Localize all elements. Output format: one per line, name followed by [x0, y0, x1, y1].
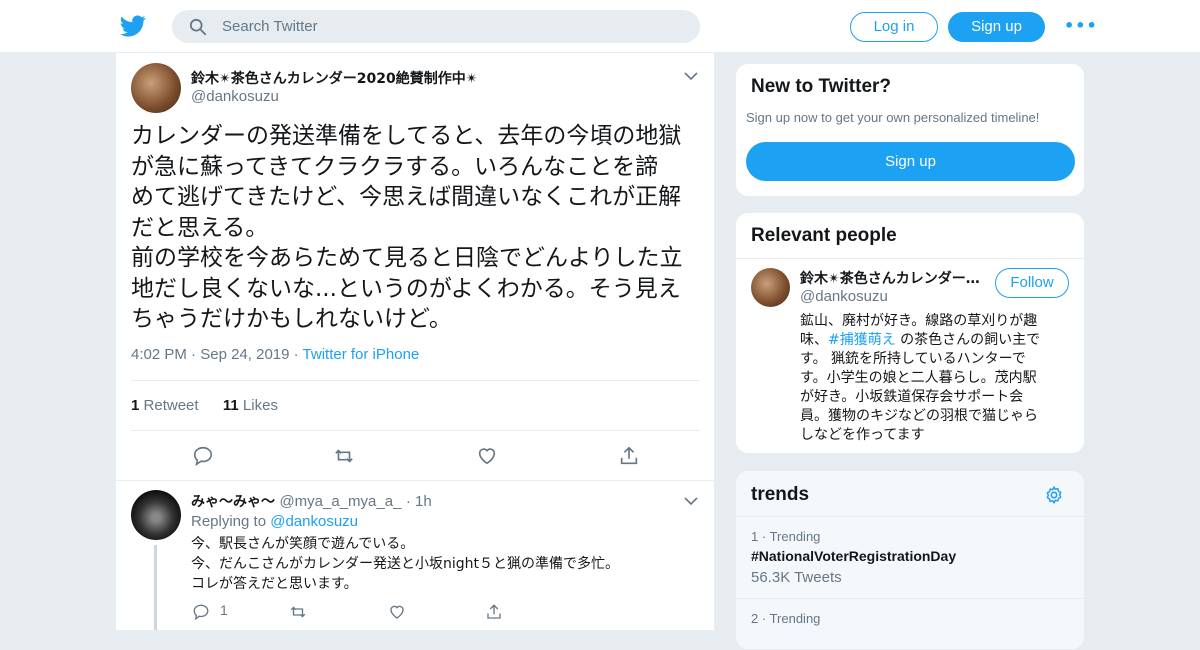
avatar[interactable]	[751, 268, 790, 307]
search-box[interactable]	[172, 10, 700, 43]
likes-label: Likes	[242, 397, 278, 414]
chevron-down-icon[interactable]	[683, 496, 699, 506]
divider	[116, 480, 714, 481]
trends-card: trends 1 · Trending #NationalVoterRegist…	[735, 470, 1085, 650]
tweet-column: 鈴木✴茶色さんカレンダー2020絶賛制作中✴ @dankosuzu カレンダーの…	[115, 53, 715, 630]
follow-button[interactable]: Follow	[995, 268, 1069, 298]
reply-line: 今、駅長さんが笑顔で遊んでいる。	[191, 536, 415, 552]
avatar[interactable]	[131, 63, 181, 113]
retweet-icon[interactable]	[333, 445, 355, 467]
card-title: New to Twitter?	[751, 76, 892, 97]
signup-button[interactable]: Sign up	[746, 142, 1075, 181]
twitter-bird-icon[interactable]	[120, 13, 146, 39]
new-to-twitter-card: New to Twitter? Sign up now to get your …	[735, 63, 1085, 197]
replying-to: Replying to @dankosuzu	[191, 513, 358, 530]
bio-text: の茶色さんの飼い主で	[895, 332, 1041, 348]
bio-line: す。 猟銃を所持しているハンターで	[800, 351, 1026, 367]
top-navigation-bar: Log in Sign up •••	[0, 0, 1200, 53]
chevron-down-icon[interactable]	[683, 71, 699, 81]
reply-line: コレが答えだと思います。	[191, 576, 358, 592]
tweet-author-handle[interactable]: @dankosuzu	[191, 88, 279, 105]
divider	[131, 380, 700, 381]
bio-line: が好き。小坂鉄道保存会サポート会	[800, 389, 1024, 405]
tweet-line: 地だし良くないな...というのがよくわかる。そう見え	[131, 275, 681, 302]
retweet-icon[interactable]	[289, 603, 307, 621]
tweet-line: ちゃうだけかもしれないけど。	[131, 306, 452, 332]
reply-icon[interactable]	[192, 603, 210, 621]
relevant-people-card: Relevant people 鈴木✴茶色さんカレンダー2020絶賛制作中✴ @…	[735, 212, 1085, 454]
thread-line	[154, 545, 157, 630]
bio-text: 味、	[800, 332, 828, 348]
heart-icon[interactable]	[388, 603, 406, 621]
tweet-author-name[interactable]: 鈴木✴茶色さんカレンダー2020絶賛制作中✴	[191, 68, 477, 88]
signup-button[interactable]: Sign up	[948, 12, 1045, 42]
heart-icon[interactable]	[476, 445, 498, 467]
bio-line: 員。獲物のキジなどの羽根で猫じゃら	[800, 408, 1038, 424]
bio-line: す。小学生の娘と二人暮らし。茂内駅	[800, 370, 1037, 386]
card-title: trends	[751, 484, 810, 505]
tweet-date: Sep 24, 2019	[200, 346, 290, 363]
trend-meta: 1 · Trending	[751, 529, 821, 544]
search-icon	[189, 18, 207, 36]
reply-age[interactable]: 1h	[415, 493, 432, 510]
bio-line: 鉱山、廃村が好き。線路の草刈りが趣	[800, 313, 1038, 329]
tweet-line: カレンダーの発送準備をしてると、去年の今頃の地獄	[131, 123, 682, 149]
trend-label: Trending	[769, 611, 821, 626]
person-name[interactable]: 鈴木✴茶色さんカレンダー2020絶賛制作中✴	[800, 268, 980, 288]
retweet-count: 1	[131, 397, 140, 414]
tweet-line: めて逃げてきたけど、今思えば間違いなくこれが正解	[131, 184, 682, 210]
tweet-stats: 1 Retweet 11 Likes	[131, 397, 278, 414]
bio-line: しなどを作ってます	[800, 427, 925, 443]
card-subtitle: Sign up now to get your own personalized…	[746, 110, 1040, 125]
reply-header: みゃ～みゃ～ @mya_a_mya_a_ · 1h	[191, 493, 432, 510]
divider	[736, 516, 1084, 517]
divider	[131, 430, 700, 431]
tweet-metadata: 4:02 PM · Sep 24, 2019 · Twitter for iPh…	[131, 346, 420, 363]
person-bio: 鉱山、廃村が好き。線路の草刈りが趣 味、#捕獲萌え の茶色さんの飼い主で す。 …	[800, 312, 1070, 445]
share-icon[interactable]	[618, 445, 640, 467]
trend-meta: 2 · Trending	[751, 611, 821, 626]
reply-text: 今、駅長さんが笑顔で遊んでいる。 今、だんこさんがカレンダー発送と小坂night…	[191, 534, 619, 594]
likes-stat[interactable]: 11 Likes	[223, 397, 278, 414]
card-title: Relevant people	[751, 225, 897, 246]
retweet-label: Retweet	[143, 397, 199, 414]
hashtag-link[interactable]: #捕獲萌え	[828, 332, 896, 348]
share-icon[interactable]	[485, 603, 503, 621]
tweet-source-link[interactable]: Twitter for iPhone	[303, 346, 420, 363]
divider	[736, 598, 1084, 599]
reply-icon[interactable]	[192, 445, 214, 467]
replying-label: Replying to	[191, 513, 267, 530]
replying-to-link[interactable]: @dankosuzu	[270, 513, 358, 530]
tweet-line: 前の学校を今あらためて見ると日陰でどんよりした立	[131, 245, 683, 271]
trend-name[interactable]: #NationalVoterRegistrationDay	[751, 548, 956, 564]
trend-label: Trending	[769, 529, 821, 544]
more-dots-icon[interactable]: •••	[1064, 18, 1097, 34]
login-button[interactable]: Log in	[850, 12, 938, 42]
person-handle[interactable]: @dankosuzu	[800, 288, 888, 305]
gear-icon[interactable]	[1044, 485, 1064, 505]
bio-line: 味、#捕獲萌え の茶色さんの飼い主で	[800, 331, 1070, 350]
trend-rank: 1	[751, 529, 759, 544]
reply-line: 今、だんこさんがカレンダー発送と小坂night５と猟の準備で多忙。	[191, 556, 620, 572]
like-count: 11	[222, 397, 239, 414]
reply-author-name[interactable]: みゃ～みゃ～	[191, 494, 275, 510]
trend-tweet-count: 56.3K Tweets	[751, 569, 842, 586]
tweet-text: カレンダーの発送準備をしてると、去年の今頃の地獄 が急に蘇ってきてクラクラする。…	[131, 121, 701, 335]
retweet-stat[interactable]: 1 Retweet	[131, 397, 199, 414]
reply-author-handle[interactable]: @mya_a_mya_a_	[279, 493, 401, 510]
tweet-time: 4:02 PM	[131, 346, 187, 363]
search-input[interactable]	[222, 10, 682, 43]
tweet-line: が急に蘇ってきてクラクラする。いろんなことを諦	[131, 153, 659, 180]
divider	[736, 258, 1084, 259]
trend-rank: 2	[751, 611, 759, 626]
reply-count: 1	[220, 602, 228, 618]
tweet-line: だと思える。	[131, 214, 269, 241]
avatar[interactable]	[131, 490, 181, 540]
